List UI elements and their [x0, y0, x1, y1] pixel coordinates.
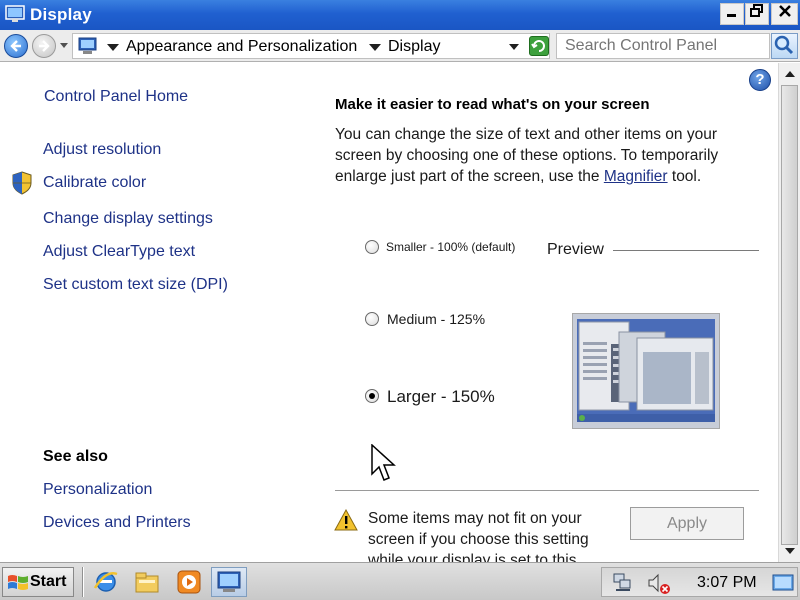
control-panel-icon	[77, 36, 99, 61]
personalization-link[interactable]: Personalization	[43, 481, 152, 499]
change-display-settings-link[interactable]: Change display settings	[43, 210, 213, 228]
close-icon	[778, 5, 791, 17]
refresh-icon	[531, 40, 545, 52]
title-bar: Display	[0, 0, 800, 30]
warning-icon	[334, 508, 358, 536]
refresh-button[interactable]	[529, 36, 549, 56]
breadcrumb-separator[interactable]	[369, 44, 381, 51]
system-tray: 3:07 PM	[601, 567, 798, 597]
breadcrumb-appearance[interactable]: Appearance and Personalization	[126, 38, 357, 56]
option-larger-label[interactable]: Larger - 150%	[387, 387, 495, 407]
magnifier-link[interactable]: Magnifier	[604, 168, 668, 185]
vertical-scrollbar[interactable]	[778, 63, 800, 562]
speaker-muted-icon[interactable]	[646, 572, 672, 600]
uac-shield-icon	[11, 171, 33, 200]
taskbar-separator	[82, 567, 84, 597]
intro-text: You can change the size of text and othe…	[335, 124, 755, 187]
custom-text-size-link[interactable]: Set custom text size (DPI)	[43, 276, 228, 294]
devices-and-printers-link[interactable]: Devices and Printers	[43, 514, 191, 532]
back-button[interactable]	[4, 34, 28, 58]
adjust-resolution-link[interactable]: Adjust resolution	[43, 141, 161, 159]
preview-desktop-graphic	[573, 314, 719, 428]
breadcrumb-separator[interactable]	[107, 44, 119, 51]
address-bar: Appearance and Personalization Display	[0, 30, 800, 62]
address-box[interactable]: Appearance and Personalization Display	[72, 33, 550, 59]
option-medium-label[interactable]: Medium - 125%	[387, 311, 485, 327]
warning-divider	[335, 490, 759, 491]
radio-medium[interactable]	[365, 312, 379, 326]
help-icon[interactable]: ?	[749, 69, 771, 91]
restore-icon	[750, 4, 763, 17]
option-smaller-label[interactable]: Smaller - 100% (default)	[386, 240, 515, 254]
radio-larger[interactable]	[365, 389, 379, 403]
radio-smaller[interactable]	[365, 240, 379, 254]
apply-button[interactable]: Apply	[630, 507, 744, 540]
media-player-icon[interactable]	[175, 568, 203, 596]
minimize-icon	[727, 14, 736, 17]
mouse-cursor-icon	[371, 443, 397, 489]
restore-button[interactable]	[745, 3, 769, 25]
breadcrumb-display[interactable]: Display	[388, 38, 440, 56]
search-button[interactable]	[771, 33, 798, 59]
see-also-heading: See also	[43, 448, 108, 465]
taskbar: Start 3:07 PM	[0, 562, 800, 600]
search-box[interactable]	[556, 33, 770, 59]
warning-message: Some items may not fit on your screen if…	[368, 510, 589, 562]
forward-arrow-icon	[39, 40, 50, 52]
recent-pages-dropdown[interactable]	[60, 43, 68, 48]
preview-divider	[613, 250, 759, 251]
back-arrow-icon	[10, 40, 21, 52]
calibrate-color-link[interactable]: Calibrate color	[43, 174, 146, 192]
intro-text-end: tool.	[667, 168, 702, 185]
clock[interactable]: 3:07 PM	[697, 574, 757, 592]
windows-logo-icon	[7, 573, 29, 598]
search-icon	[774, 35, 794, 55]
internet-explorer-icon[interactable]	[92, 568, 120, 596]
display-app-icon	[4, 3, 26, 25]
address-history-dropdown[interactable]	[509, 44, 519, 50]
preview-label: Preview	[547, 241, 604, 258]
page-title: Make it easier to read what's on your sc…	[335, 96, 650, 113]
close-button[interactable]	[771, 3, 798, 25]
preview-image	[572, 313, 720, 429]
minimize-button[interactable]	[720, 3, 744, 25]
adjust-cleartype-link[interactable]: Adjust ClearType text	[43, 243, 195, 261]
control-panel-home-link[interactable]: Control Panel Home	[44, 88, 188, 106]
window-title: Display	[30, 5, 92, 24]
forward-button[interactable]	[32, 34, 56, 58]
start-label: Start	[30, 573, 67, 590]
search-input[interactable]	[557, 34, 769, 58]
network-icon[interactable]	[612, 572, 634, 599]
scroll-down-button[interactable]	[785, 548, 795, 554]
start-button[interactable]: Start	[2, 567, 74, 597]
control-panel-taskbar-button[interactable]	[211, 567, 247, 597]
scroll-up-button[interactable]	[785, 71, 795, 77]
control-panel-taskbar-icon	[217, 571, 241, 592]
folder-icon[interactable]	[133, 568, 161, 596]
show-desktop-icon[interactable]	[772, 573, 794, 598]
scroll-thumb[interactable]	[781, 85, 798, 545]
